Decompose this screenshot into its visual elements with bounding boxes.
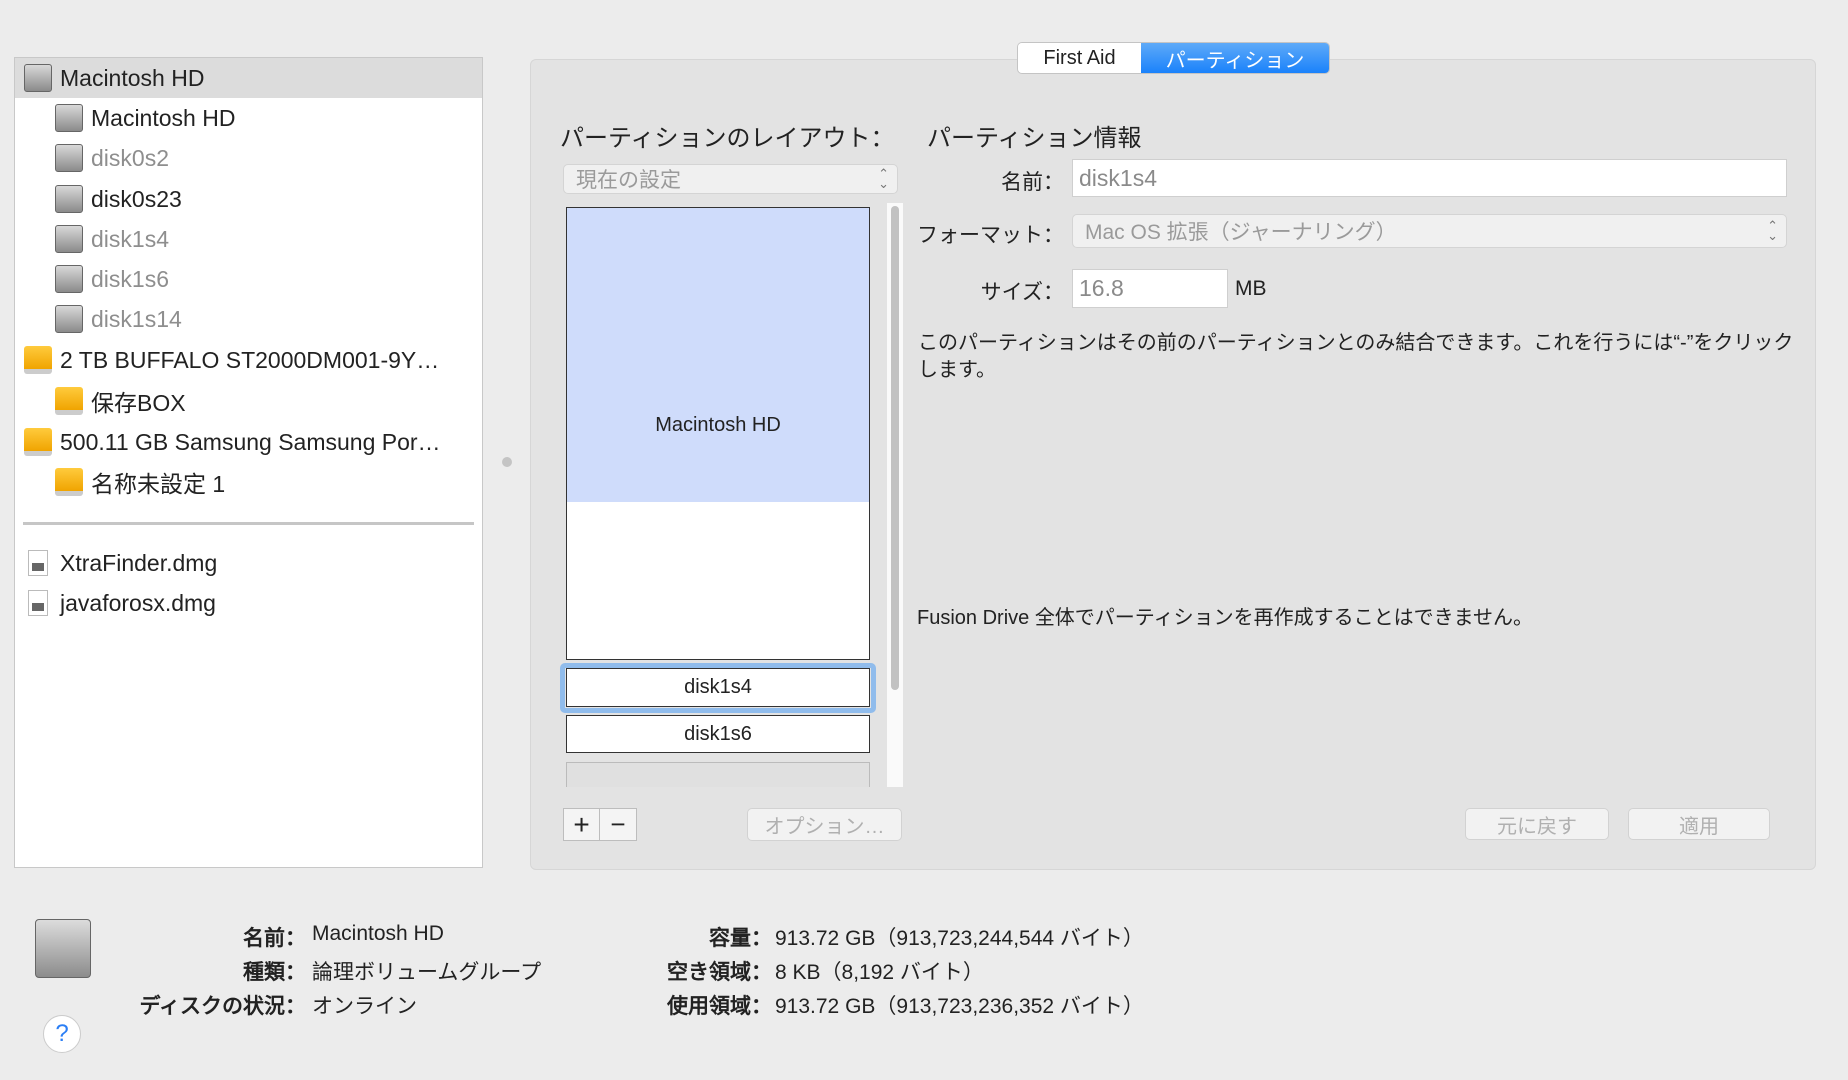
sidebar-item-label: Macintosh HD <box>91 104 236 131</box>
tab-first-aid[interactable]: First Aid <box>1018 43 1141 73</box>
bottom-status-value: オンライン <box>312 995 417 1018</box>
sidebar-item[interactable]: 保存BOX <box>15 381 482 421</box>
sidebar-divider <box>23 522 474 525</box>
external-disk-icon <box>24 346 52 374</box>
layout-heading: パーティションのレイアウト： <box>560 125 895 152</box>
bottom-status-label: ディスクの状況： <box>139 995 306 1018</box>
external-disk-icon <box>55 387 83 415</box>
updown-arrows-icon: ⌃ ⌄ <box>1767 218 1778 243</box>
sidebar-item-label: disk1s14 <box>91 305 182 332</box>
sidebar-item[interactable]: Macintosh HD <box>15 98 482 138</box>
layout-scheme-popup[interactable]: 現在の設定 ⌃ ⌄ <box>563 164 898 194</box>
bottom-type-label: 種類： <box>243 961 306 984</box>
sidebar-item-label: disk0s2 <box>91 144 169 171</box>
sidebar-item[interactable]: 名称未設定 1 <box>15 462 482 502</box>
bottom-name-value: Macintosh HD <box>312 922 444 945</box>
hard-disk-icon <box>55 185 83 213</box>
sidebar-image-item[interactable]: javaforosx.dmg <box>15 583 482 623</box>
partition-disk1s4[interactable]: disk1s4 <box>566 668 870 707</box>
sidebar-item-label: 名称未設定 1 <box>91 471 226 497</box>
tab-partition[interactable]: パーティション <box>1141 43 1329 73</box>
bottom-name-label: 名前： <box>243 927 306 950</box>
splitter-handle[interactable] <box>502 457 512 467</box>
external-disk-icon <box>55 468 83 496</box>
sidebar-item[interactable]: 2 TB BUFFALO ST2000DM001-9Y… <box>15 340 482 380</box>
fusion-note: Fusion Drive 全体でパーティションを再作成することはできません。 <box>917 607 1534 629</box>
add-partition-button[interactable]: + <box>564 809 600 840</box>
name-input[interactable]: disk1s4 <box>1072 159 1787 197</box>
capacity-value: 913.72 GB（913,723,244,544 バイト） <box>775 927 1144 950</box>
partition-more[interactable] <box>566 762 870 787</box>
partition-disk1s6[interactable]: disk1s6 <box>566 715 870 753</box>
format-popup[interactable]: Mac OS 拡張（ジャーナリング） ⌃ ⌄ <box>1072 214 1787 248</box>
capacity-label: 容量： <box>709 927 772 950</box>
sidebar-item[interactable]: disk1s4 <box>15 219 482 259</box>
merge-note: このパーティションはその前のパーティションとのみ結合できます。これを行うには“-… <box>918 332 1794 381</box>
revert-button[interactable]: 元に戻す <box>1465 808 1609 840</box>
size-label: サイズ： <box>980 281 1064 304</box>
sidebar-item-label: 2 TB BUFFALO ST2000DM001-9Y… <box>60 346 440 373</box>
tab-bar: First Aid パーティション <box>1017 42 1330 74</box>
used-value: 913.72 GB（913,723,236,352 バイト） <box>775 995 1144 1018</box>
hard-disk-icon <box>55 305 83 333</box>
disk-icon <box>35 919 91 978</box>
format-value: Mac OS 拡張（ジャーナリング） <box>1085 221 1397 244</box>
external-disk-icon <box>24 428 52 456</box>
partition-label: Macintosh HD <box>655 413 781 436</box>
sidebar-item[interactable]: disk1s6 <box>15 259 482 299</box>
sidebar-item[interactable]: disk0s2 <box>15 138 482 178</box>
sidebar: Macintosh HD Macintosh HD disk0s2 disk0s23 d… <box>14 57 483 868</box>
size-unit: MB <box>1235 277 1267 300</box>
used-label: 使用領域： <box>667 995 772 1018</box>
hard-disk-icon <box>55 225 83 253</box>
partition-map[interactable]: Macintosh HD <box>566 207 870 660</box>
sidebar-item[interactable]: disk1s14 <box>15 299 482 339</box>
sidebar-item-label: XtraFinder.dmg <box>60 549 218 576</box>
apply-button[interactable]: 適用 <box>1628 808 1770 840</box>
format-label: フォーマット： <box>917 224 1064 247</box>
hard-disk-icon <box>55 104 83 132</box>
free-label: 空き領域： <box>667 961 772 984</box>
sidebar-item-label: Macintosh HD <box>60 64 205 91</box>
updown-arrows-icon: ⌃ ⌄ <box>878 166 889 191</box>
sidebar-image-item[interactable]: XtraFinder.dmg <box>15 543 482 583</box>
sidebar-item-label: disk0s23 <box>91 185 182 212</box>
sidebar-item[interactable]: 500.11 GB Samsung Samsung Por… <box>15 422 482 462</box>
sidebar-item-label: disk1s4 <box>91 225 169 252</box>
hard-disk-icon <box>55 265 83 293</box>
disk-image-icon <box>28 550 48 576</box>
sidebar-item[interactable]: disk0s23 <box>15 179 482 219</box>
sidebar-item[interactable]: Macintosh HD <box>15 58 482 98</box>
scrollbar-thumb[interactable] <box>891 206 899 690</box>
remove-partition-button[interactable]: − <box>600 809 636 840</box>
partition-macintosh-hd[interactable]: Macintosh HD <box>567 208 869 502</box>
layout-scheme-value: 現在の設定 <box>576 169 681 192</box>
bottom-type-value: 論理ボリュームグループ <box>312 961 542 984</box>
sidebar-item-label: 500.11 GB Samsung Samsung Por… <box>60 428 441 455</box>
name-label: 名前： <box>1001 171 1064 194</box>
size-input[interactable]: 16.8 <box>1072 269 1228 308</box>
help-button[interactable]: ? <box>43 1015 81 1053</box>
options-button[interactable]: オプション… <box>747 808 902 841</box>
disk-image-icon <box>28 590 48 616</box>
hard-disk-icon <box>24 64 52 92</box>
free-value: 8 KB（8,192 バイト） <box>775 961 984 984</box>
sidebar-item-label: 保存BOX <box>91 390 186 416</box>
hard-disk-icon <box>55 144 83 172</box>
sidebar-item-label: javaforosx.dmg <box>60 589 216 616</box>
info-heading: パーティション情報 <box>927 125 1142 152</box>
sidebar-item-label: disk1s6 <box>91 265 169 292</box>
